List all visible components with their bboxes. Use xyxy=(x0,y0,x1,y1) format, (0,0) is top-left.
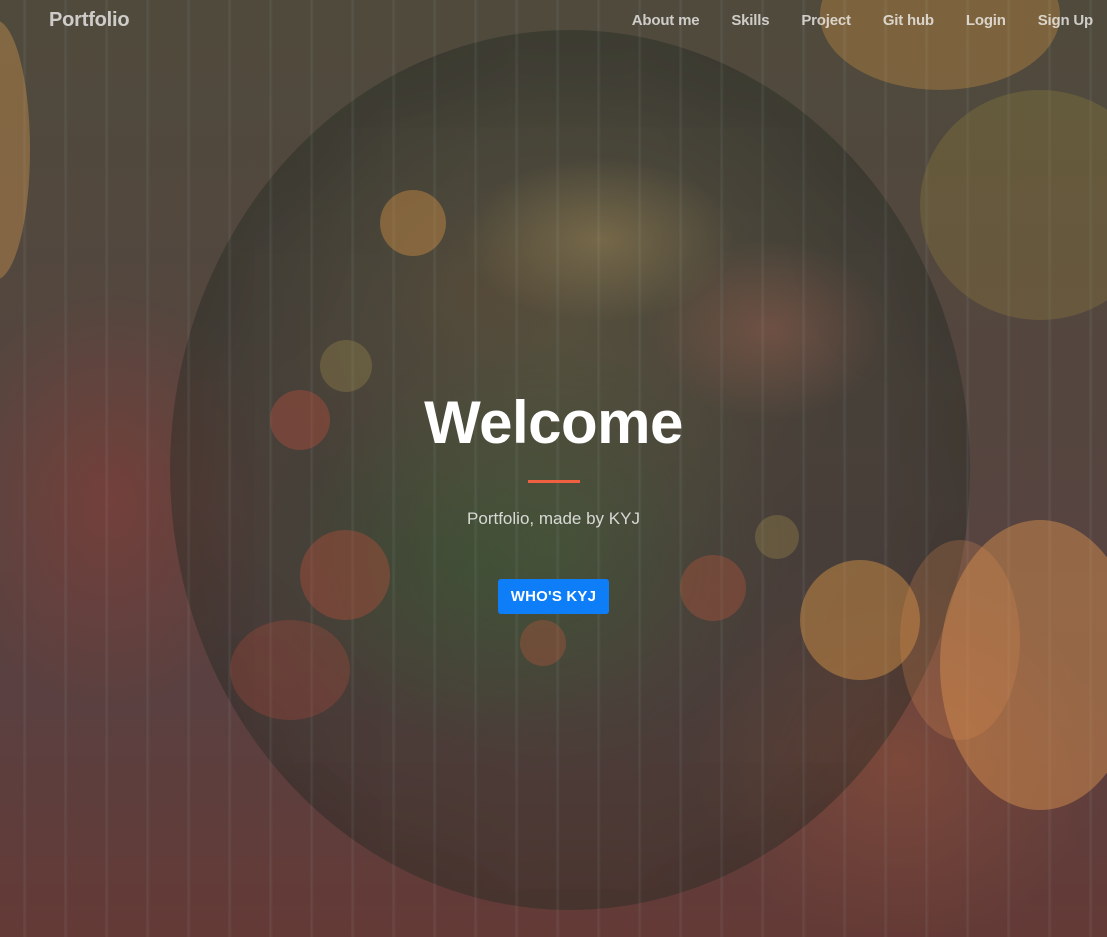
heading-divider xyxy=(527,480,580,483)
brand-link[interactable]: Portfolio xyxy=(49,9,130,32)
hero-subtitle: Portfolio, made by KYJ xyxy=(467,509,640,528)
nav-links: About me Skills Project Git hub Login Si… xyxy=(600,12,1093,29)
hero-background: Portfolio About me Skills Project Git hu… xyxy=(0,0,1107,937)
welcome-heading: Welcome xyxy=(424,389,683,456)
nav-link-sign-up[interactable]: Sign Up xyxy=(1006,12,1093,29)
masthead: Welcome Portfolio, made by KYJ WHO'S KYJ xyxy=(0,388,1107,614)
bokeh-light xyxy=(0,20,30,280)
nav-link-login[interactable]: Login xyxy=(934,12,1006,29)
bokeh-light xyxy=(920,90,1107,320)
nav-link-project[interactable]: Project xyxy=(769,12,851,29)
whos-kyj-button[interactable]: WHO'S KYJ xyxy=(497,579,610,614)
navbar: Portfolio About me Skills Project Git hu… xyxy=(0,0,1107,42)
nav-link-about-me[interactable]: About me xyxy=(600,12,700,29)
nav-link-skills[interactable]: Skills xyxy=(699,12,769,29)
nav-link-github[interactable]: Git hub xyxy=(851,12,934,29)
